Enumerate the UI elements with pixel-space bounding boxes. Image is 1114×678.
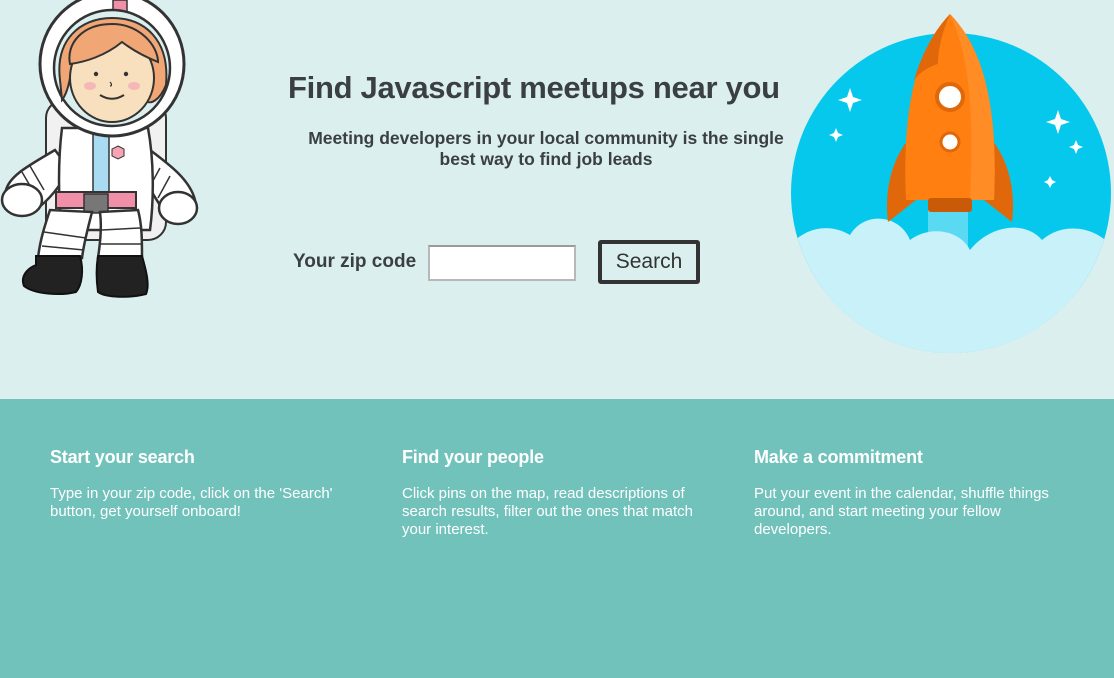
step-find-people: Find your people Click pins on the map, … (402, 447, 718, 539)
step-start-search: Start your search Type in your zip code,… (50, 447, 370, 521)
step-title: Find your people (402, 447, 544, 467)
page-title: Find Javascript meetups near you (288, 70, 780, 105)
step-description: Click pins on the map, read descriptions… (402, 485, 693, 538)
step-description: Put your event in the calendar, shuffle … (754, 485, 1049, 538)
hero-subtitle: Meeting developers in your local communi… (308, 128, 784, 169)
step-title: Make a commitment (754, 447, 923, 467)
astronaut-illustration (0, 0, 199, 298)
hero-section: Find Javascript meetups near you Meeting… (0, 0, 1114, 399)
zip-code-label: Your zip code (293, 251, 417, 272)
step-description: Type in your zip code, click on the 'Sea… (50, 485, 333, 520)
steps-section: Start your search Type in your zip code,… (0, 399, 1114, 678)
search-button[interactable]: Search (598, 240, 700, 284)
rocket-illustration (791, 14, 1111, 353)
step-title: Start your search (50, 447, 195, 467)
step-make-commitment: Make a commitment Put your event in the … (754, 447, 1076, 539)
zip-code-input[interactable] (428, 245, 576, 281)
